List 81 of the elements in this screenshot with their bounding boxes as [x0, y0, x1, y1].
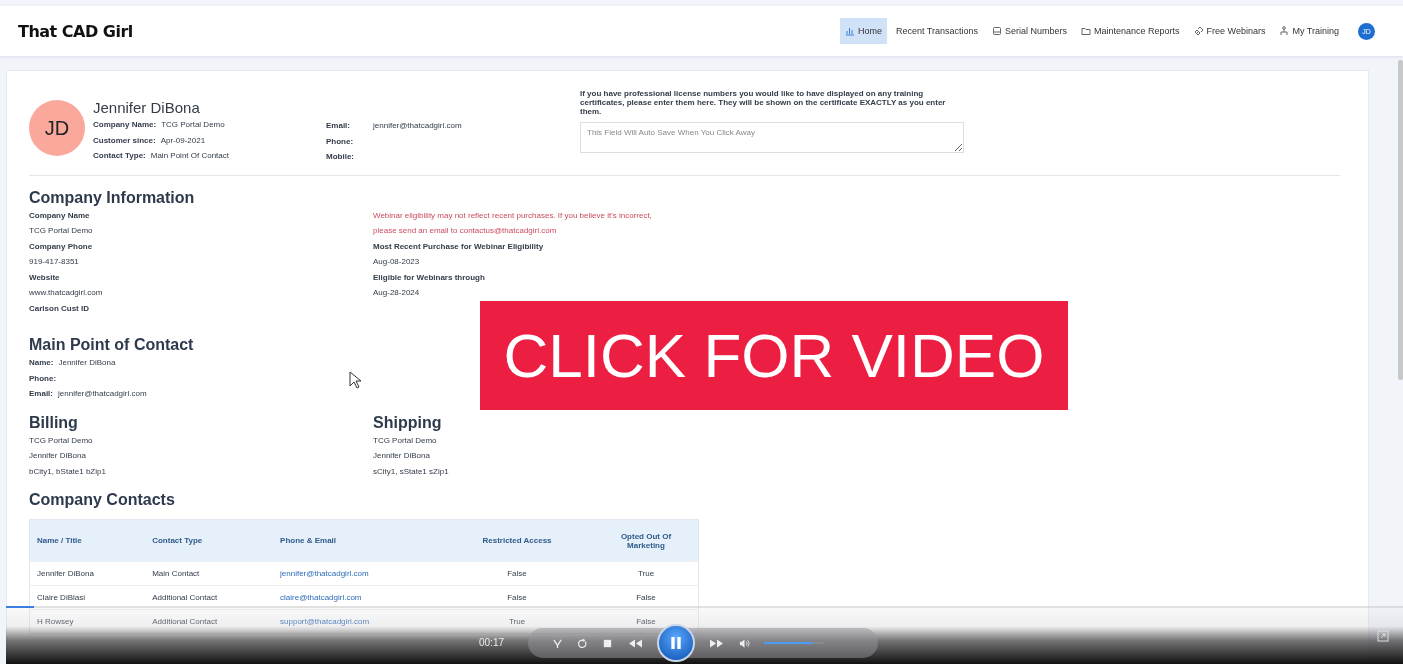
nav-link[interactable]: Serial Numbers [987, 18, 1073, 44]
warning-text: Webinar eligibility may not reflect recent purchases. If you believe it's incorrect, [373, 209, 653, 222]
scrollbar[interactable] [1398, 60, 1403, 380]
table-cell: H Rowsey [29, 609, 146, 634]
field-label: Phone: [29, 372, 57, 385]
field-value: TCG Portal Demo [29, 225, 94, 237]
field-value: www.thatcadgirl.com [29, 287, 104, 299]
bar-chart-icon [844, 26, 855, 36]
table-cell: support@thatcadgirl.com [273, 609, 440, 634]
field-label: Company Phone [29, 240, 94, 253]
field-value: Aug-08-2023 [373, 256, 421, 268]
address-line: Jennifer DiBona [29, 450, 87, 462]
nav-link[interactable]: Free Webinars [1188, 18, 1271, 44]
section-heading: Company Information [29, 188, 196, 207]
section-heading: Main Point of Contact [29, 336, 195, 354]
pause-icon [668, 635, 684, 651]
field-value: Aug-28-2024 [373, 287, 421, 299]
drive-icon [992, 26, 1002, 36]
field-label: Eligible for Webinars through [373, 271, 486, 284]
nav-link[interactable]: Home [839, 18, 887, 44]
table-cell: Main Contact [145, 561, 274, 586]
table-cell: jennifer@thatcadgirl.com [273, 561, 440, 586]
table-cell: True [440, 609, 594, 634]
field-label: Contact Type: [93, 150, 146, 162]
cursor-icon [349, 371, 361, 389]
column-header: Contact Type [145, 519, 274, 562]
field-label: Website [29, 271, 61, 284]
field-label: Customer since: [93, 134, 156, 147]
field-label: Carlson Cust ID [29, 302, 90, 315]
nav-link[interactable]: Recent Transactions [890, 18, 983, 44]
field-label: Phone: [326, 135, 355, 148]
field-value: Main Point Of Contact [150, 150, 229, 162]
section-heading: Billing [29, 413, 79, 432]
column-header: Name / Title [29, 519, 146, 562]
field-label: Mobile: [326, 151, 355, 163]
site-logo[interactable]: That CAD Girl [18, 21, 133, 41]
field-label: Company Name [29, 209, 91, 222]
section-heading: Shipping [373, 413, 443, 432]
video-banner[interactable]: CLICK FOR VIDEO [480, 301, 1068, 410]
rewind-icon[interactable] [627, 637, 643, 649]
column-header: Restricted Access [440, 519, 594, 562]
license-field[interactable]: This Field Will Auto Save When You Click Away [580, 122, 964, 153]
column-header: Phone & Email [273, 519, 440, 562]
table-cell: Jennifer DiBona [29, 561, 146, 586]
field-value: jennifer@thatcadgirl.com [58, 388, 147, 400]
volume-icon[interactable] [739, 637, 750, 649]
license-note: If you have professional license numbers you would like to have displayed on any training certificates, please enter them here. They will be shown on the certificate EXACTLY as you enter them. [580, 89, 947, 116]
field-value: jennifer@thatcadgirl.com [373, 120, 462, 132]
fast-forward-icon[interactable] [709, 637, 725, 649]
hierarchy-icon [1279, 26, 1290, 36]
nav-link[interactable]: Maintenance Reports [1076, 18, 1185, 44]
address-line: TCG Portal Demo [373, 434, 438, 447]
time-label: 00:17 [479, 637, 505, 648]
table-cell: Additional Contact [145, 609, 274, 634]
link-icon [1193, 26, 1204, 36]
table-cell: True [594, 561, 699, 586]
field-value: 919-417-8351 [29, 256, 80, 268]
stop-icon[interactable] [602, 637, 613, 649]
field-label: Company Name: [93, 119, 157, 131]
address-line: sCity1, sState1 sZip1 [373, 465, 450, 478]
table-cell: False [440, 561, 594, 586]
field-label: Email: [29, 388, 53, 400]
avatar: JD [29, 100, 85, 156]
nav-link[interactable]: My Training [1274, 18, 1344, 44]
fullscreen-icon[interactable] [1377, 630, 1389, 642]
field-value: Jennifer DiBona [58, 357, 116, 369]
shuffle-icon[interactable] [552, 637, 563, 649]
field-value: Apr-09-2021 [160, 134, 206, 147]
warning-text: please send an email to contactus@thatcadgirl.com [373, 225, 558, 237]
folder-icon [1081, 26, 1092, 36]
repeat-icon[interactable] [577, 637, 588, 649]
field-label: Most Recent Purchase for Webinar Eligibility [373, 240, 545, 253]
column-header: Opted Out Of Marketing [594, 519, 699, 562]
field-label: Name: [29, 357, 54, 369]
address-line: bCity1, bState1 bZip1 [29, 465, 107, 478]
field-value: TCG Portal Demo [161, 119, 225, 131]
field-label: Email: [326, 120, 351, 132]
address-line: Jennifer DiBona [373, 450, 431, 462]
section-heading: Company Contacts [29, 491, 176, 509]
address-line: TCG Portal Demo [29, 434, 94, 447]
contact-name: Jennifer DiBona [93, 99, 201, 116]
